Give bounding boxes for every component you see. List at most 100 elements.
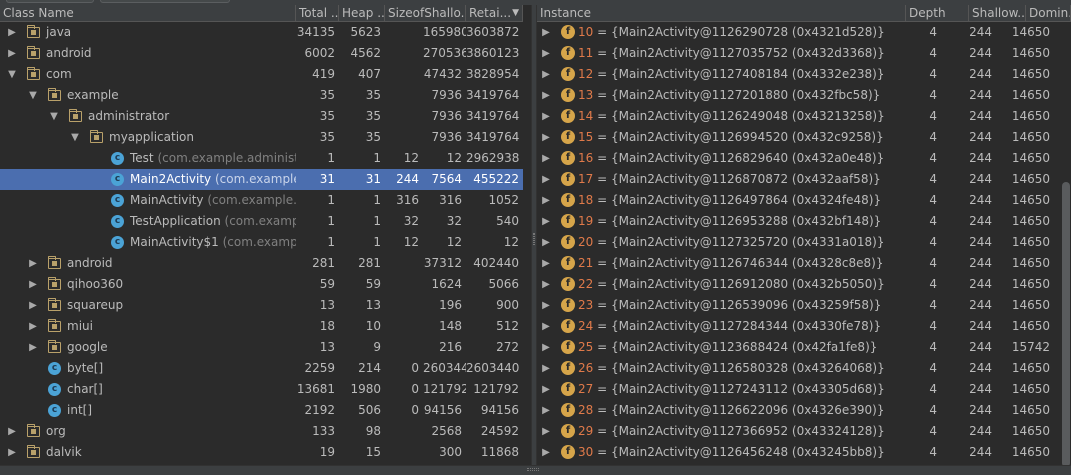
chevron-right-icon[interactable]: ▶ bbox=[541, 421, 551, 442]
chevron-right-icon[interactable]: ▶ bbox=[27, 316, 39, 337]
chevron-right-icon[interactable]: ▶ bbox=[541, 22, 551, 43]
column-header-depth[interactable]: Depth bbox=[906, 5, 969, 22]
chevron-right-icon[interactable]: ▶ bbox=[6, 22, 18, 43]
instance-row[interactable]: ▶ f 10 = {Main2Activity@1126290728 (0x4321… bbox=[537, 22, 1061, 43]
instance-row[interactable]: ▶ f 29 = {Main2Activity@1127366952 (0x4332… bbox=[537, 421, 1061, 442]
scrollbar-thumb[interactable] bbox=[1062, 182, 1070, 465]
class-row[interactable]: c int[] 2192 506 0 94156 94156 bbox=[0, 400, 523, 421]
chevron-down-icon[interactable]: ▼ bbox=[69, 127, 81, 148]
class-row[interactable]: ▶ dalvik 19 15 300 11868 bbox=[0, 442, 523, 463]
instance-row[interactable]: ▶ f 24 = {Main2Activity@1127284344 (0x4330… bbox=[537, 316, 1061, 337]
column-header-instance[interactable]: Instance bbox=[537, 5, 906, 22]
column-header-total-count[interactable]: Total ... bbox=[296, 5, 339, 22]
instance-row[interactable]: ▶ f 15 = {Main2Activity@1126994520 (0x432c… bbox=[537, 127, 1061, 148]
class-row[interactable]: ▼ com 419 407 47432 3828954 bbox=[0, 64, 523, 85]
class-row[interactable]: ▶ android 6002 4562 270536 3860123 bbox=[0, 43, 523, 64]
instance-row[interactable]: ▶ f 20 = {Main2Activity@1127325720 (0x4331… bbox=[537, 232, 1061, 253]
chevron-right-icon[interactable]: ▶ bbox=[27, 295, 39, 316]
chevron-right-icon[interactable]: ▶ bbox=[6, 421, 18, 442]
chevron-right-icon[interactable]: ▶ bbox=[6, 442, 18, 463]
chevron-down-icon[interactable]: ▼ bbox=[48, 106, 60, 127]
class-row[interactable]: ▼ administrator 35 35 7936 3419764 bbox=[0, 106, 523, 127]
instance-row[interactable]: ▶ f 27 = {Main2Activity@1127243112 (0x4330… bbox=[537, 379, 1061, 400]
class-row[interactable]: c Test (com.example.administra 1 1 12 12 29629… bbox=[0, 148, 523, 169]
chevron-right-icon[interactable]: ▶ bbox=[541, 442, 551, 463]
chevron-right-icon[interactable]: ▶ bbox=[541, 400, 551, 421]
instance-row[interactable]: ▶ f 17 = {Main2Activity@1126870872 (0x432a… bbox=[537, 169, 1061, 190]
instance-row[interactable]: ▶ f 16 = {Main2Activity@1126829640 (0x432a… bbox=[537, 148, 1061, 169]
toolbar-control-stub[interactable] bbox=[100, 0, 230, 3]
class-name-cell: ▶ java bbox=[0, 22, 296, 43]
instance-row[interactable]: ▶ f 28 = {Main2Activity@1126622096 (0x4326… bbox=[537, 400, 1061, 421]
class-row[interactable]: c Main2Activity (com.example.a 31 31 244 7564… bbox=[0, 169, 523, 190]
instance-row[interactable]: ▶ f 11 = {Main2Activity@1127035752 (0x432d… bbox=[537, 43, 1061, 64]
instance-name-text: 13 = {Main2Activity@1127201880 (0x432fbc… bbox=[578, 85, 880, 106]
chevron-right-icon[interactable]: ▶ bbox=[541, 316, 551, 337]
column-header-heap-count[interactable]: Heap ... bbox=[339, 5, 385, 22]
instance-row[interactable]: ▶ f 30 = {Main2Activity@1126456248 (0x4324… bbox=[537, 442, 1061, 463]
chevron-right-icon[interactable]: ▶ bbox=[541, 337, 551, 358]
instance-row[interactable]: ▶ f 18 = {Main2Activity@1126497864 (0x4324… bbox=[537, 190, 1061, 211]
column-header-shallow-size[interactable]: Shallow... bbox=[969, 5, 1026, 22]
chevron-right-icon[interactable]: ▶ bbox=[541, 169, 551, 190]
class-row[interactable]: ▶ google 13 9 216 272 bbox=[0, 337, 523, 358]
class-row[interactable]: ▶ qihoo360 59 59 1624 5066 bbox=[0, 274, 523, 295]
shallow-size-cell: 244 bbox=[969, 214, 992, 228]
class-row[interactable]: ▶ miui 18 10 148 512 bbox=[0, 316, 523, 337]
chevron-right-icon[interactable]: ▶ bbox=[541, 127, 551, 148]
chevron-right-icon[interactable]: ▶ bbox=[541, 85, 551, 106]
chevron-right-icon[interactable]: ▶ bbox=[541, 211, 551, 232]
chevron-right-icon[interactable]: ▶ bbox=[541, 106, 551, 127]
chevron-down-icon[interactable]: ▼ bbox=[27, 85, 39, 106]
instance-row[interactable]: ▶ f 19 = {Main2Activity@1126953288 (0x432b… bbox=[537, 211, 1061, 232]
instance-label: {Main2Activity@1127243112 (0x43305d68)} bbox=[610, 382, 885, 396]
class-row[interactable]: ▼ myapplication 35 35 7936 3419764 bbox=[0, 127, 523, 148]
chevron-right-icon[interactable]: ▶ bbox=[541, 358, 551, 379]
class-row[interactable]: c byte[] 2259 214 0 260344 2603440 bbox=[0, 358, 523, 379]
instance-row[interactable]: ▶ f 12 = {Main2Activity@1127408184 (0x4332… bbox=[537, 64, 1061, 85]
chevron-right-icon[interactable]: ▶ bbox=[6, 43, 18, 64]
class-row[interactable]: ▼ example 35 35 7936 3419764 bbox=[0, 85, 523, 106]
column-header-sizeof[interactable]: SizeofShallo... bbox=[385, 5, 466, 22]
chevron-right-icon[interactable]: ▶ bbox=[27, 253, 39, 274]
class-row[interactable]: ▶ android 281 281 37312 402440 bbox=[0, 253, 523, 274]
chevron-right-icon[interactable]: ▶ bbox=[541, 232, 551, 253]
chevron-right-icon[interactable]: ▶ bbox=[541, 295, 551, 316]
chevron-right-icon[interactable]: ▶ bbox=[541, 253, 551, 274]
instance-row[interactable]: ▶ f 21 = {Main2Activity@1126746344 (0x4328… bbox=[537, 253, 1061, 274]
dominating-size-cell: 14650 bbox=[1011, 172, 1050, 186]
toolbar-control-stub[interactable] bbox=[6, 0, 94, 3]
instance-row[interactable]: ▶ f 23 = {Main2Activity@1126539096 (0x4325… bbox=[537, 295, 1061, 316]
class-row[interactable]: c MainActivity (com.example.ac 1 1 316 316 105… bbox=[0, 190, 523, 211]
chevron-right-icon[interactable]: ▶ bbox=[541, 43, 551, 64]
column-header-dominating-size[interactable]: Domin... bbox=[1026, 5, 1071, 22]
class-row[interactable]: c MainActivity$1 (com.example 1 1 12 12 12 bbox=[0, 232, 523, 253]
chevron-right-icon[interactable]: ▶ bbox=[541, 148, 551, 169]
chevron-right-icon[interactable]: ▶ bbox=[27, 274, 39, 295]
class-row[interactable]: c TestApplication (com.exampl 1 1 32 32 540 bbox=[0, 211, 523, 232]
chevron-right-icon[interactable]: ▶ bbox=[541, 274, 551, 295]
instance-row[interactable]: ▶ f 13 = {Main2Activity@1127201880 (0x432f… bbox=[537, 85, 1061, 106]
instance-scrollbar[interactable] bbox=[1061, 22, 1071, 465]
equals-sign: = bbox=[593, 67, 611, 81]
class-name-text: android bbox=[46, 43, 92, 64]
instance-row[interactable]: ▶ f 26 = {Main2Activity@1126580328 (0x4326… bbox=[537, 358, 1061, 379]
chevron-right-icon[interactable]: ▶ bbox=[541, 64, 551, 85]
class-row[interactable]: c char[] 13681 1980 0 121792 121792 bbox=[0, 379, 523, 400]
chevron-right-icon[interactable]: ▶ bbox=[541, 379, 551, 400]
resize-grip-icon[interactable] bbox=[527, 468, 539, 471]
chevron-right-icon[interactable]: ▶ bbox=[541, 190, 551, 211]
instance-row[interactable]: ▶ f 14 = {Main2Activity@1126249048 (0x4321… bbox=[537, 106, 1061, 127]
chevron-down-icon[interactable]: ▼ bbox=[6, 64, 18, 85]
chevron-right-icon[interactable]: ▶ bbox=[27, 337, 39, 358]
class-row[interactable]: ▶ org 133 98 2568 24592 bbox=[0, 421, 523, 442]
splitter-grip-icon[interactable] bbox=[533, 233, 535, 245]
class-row[interactable]: ▶ java 34135 5623 165980 3603872 bbox=[0, 22, 523, 43]
column-header-retained-size[interactable]: Retai... ▼ bbox=[466, 5, 523, 22]
instance-row[interactable]: ▶ f 25 = {Main2Activity@1123688424 (0x42fa… bbox=[537, 337, 1061, 358]
package-icon bbox=[90, 130, 103, 143]
instance-row[interactable]: ▶ f 22 = {Main2Activity@1126912080 (0x432b… bbox=[537, 274, 1061, 295]
column-header-class-name[interactable]: Class Name bbox=[0, 5, 296, 22]
class-row[interactable]: ▶ squareup 13 13 196 900 bbox=[0, 295, 523, 316]
sort-desc-icon[interactable]: ▼ bbox=[512, 5, 519, 21]
